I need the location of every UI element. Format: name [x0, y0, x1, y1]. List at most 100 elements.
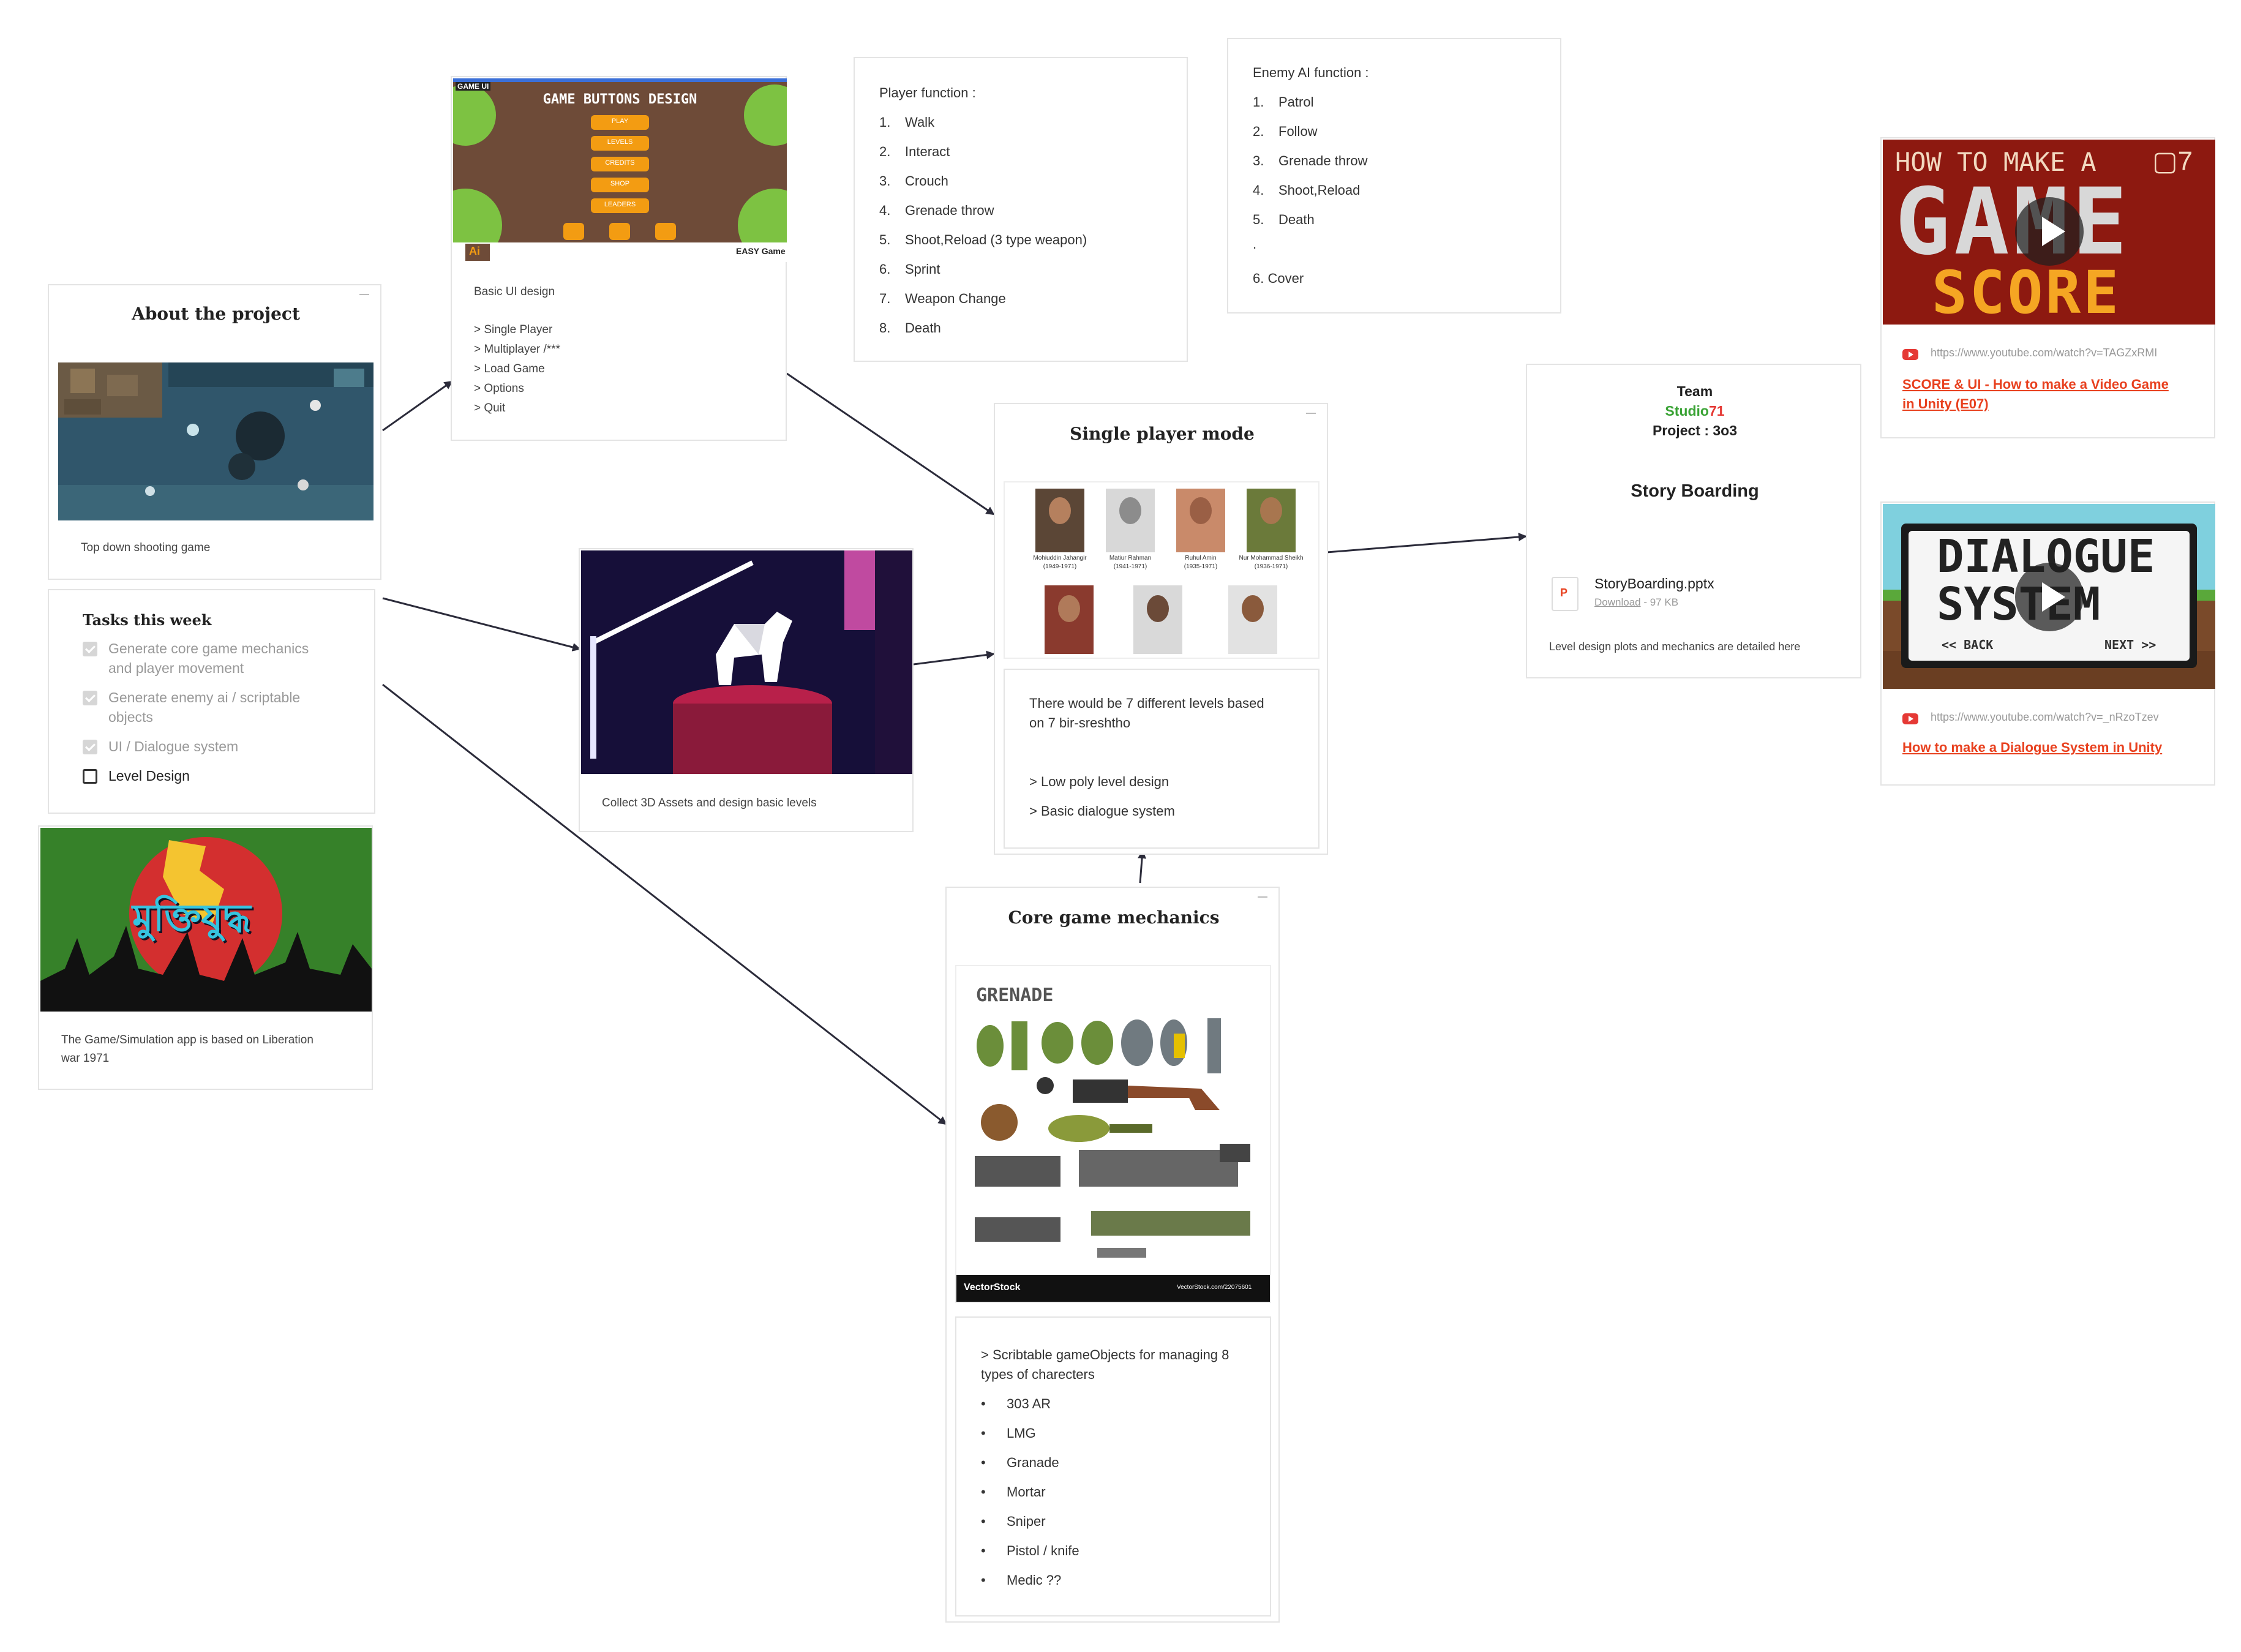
- studio-name-number: 71: [1708, 403, 1725, 419]
- single-player-bullet-2: > Basic dialogue system: [1029, 803, 1175, 819]
- task-checkbox-2[interactable]: [83, 691, 97, 705]
- video1-title-line1[interactable]: SCORE & UI - How to make a Video Game: [1902, 375, 2169, 394]
- video2-title[interactable]: How to make a Dialogue System in Unity: [1902, 738, 2162, 757]
- player-function-item-8: 8. Death: [879, 320, 941, 336]
- ui-item-1: > Single Player: [474, 323, 553, 336]
- player-function-item-6: 6. Sprint: [879, 261, 940, 277]
- collapse-icon[interactable]: [1306, 413, 1316, 414]
- tasks-title: Tasks this week: [83, 611, 212, 629]
- enemy-ai-item-5: 5. Death: [1253, 212, 1315, 227]
- game-button-levels: LEVELS: [607, 138, 633, 146]
- game-button-play: PLAY: [611, 118, 629, 125]
- enemy-ai-extra: 6. Cover: [1253, 271, 1304, 286]
- storyboard-title: Story Boarding: [1631, 481, 1759, 501]
- play-button-icon[interactable]: [2015, 197, 2084, 266]
- task-checkbox-3[interactable]: [83, 740, 97, 754]
- play-button-icon[interactable]: [2015, 563, 2084, 631]
- portrait-2-name: Matiur Rahman: [1109, 555, 1152, 561]
- about-title: About the project: [132, 304, 300, 324]
- liberation-caption-line1: The Game/Simulation app is based on Libe…: [61, 1034, 313, 1046]
- game-score-thumbnail[interactable]: HOW TO MAKE A ▢7 GAME SCORE: [1883, 140, 2215, 325]
- player-function-item-4: 4. Grenade throw: [879, 203, 994, 218]
- portrait-2-years: (1941-1971): [1113, 563, 1147, 570]
- ui-item-5: > Quit: [474, 402, 506, 415]
- core-item-6: • Pistol / knife: [981, 1543, 1079, 1558]
- arrow-assets-to-single: [913, 650, 995, 666]
- core-title: Core game mechanics: [1008, 907, 1220, 928]
- portrait-5: [1045, 585, 1094, 654]
- download-link[interactable]: Download: [1594, 596, 1641, 608]
- project-label: Project : 3o3: [1652, 422, 1738, 438]
- file-name[interactable]: StoryBoarding.pptx: [1594, 576, 1714, 592]
- liberation-card[interactable]: মুক্তিযুদ্ধ The Game/Simulation app is b…: [38, 825, 373, 1090]
- ui-item-2: > Multiplayer /***: [474, 343, 560, 356]
- low-poly-dog-art: [581, 550, 912, 774]
- arrow-about-to-ui: [382, 380, 453, 432]
- core-desc: > Scribtable gameObjects for managing 8 …: [955, 1316, 1271, 1616]
- player-function-item-7: 7. Weapon Change: [879, 291, 1006, 306]
- about-project-card[interactable]: About the project Top down shooting game: [48, 284, 381, 580]
- arrow-tasks-to-assets: [382, 597, 581, 651]
- thumb-score: SCORE: [1932, 258, 2121, 325]
- weapons-art: [956, 966, 1270, 1302]
- video-card-dialogue[interactable]: DIALOGUE SYSTEM << BACK NEXT >> https://…: [1880, 501, 2215, 786]
- single-player-desc-line1: There would be 7 different levels based: [1029, 696, 1264, 711]
- enemy-ai-item-3: 3. Grenade throw: [1253, 153, 1368, 168]
- portrait-4-years: (1936-1971): [1254, 563, 1288, 570]
- core-desc-line1: > Scribtable gameObjects for managing 8: [981, 1347, 1229, 1362]
- pptx-file-icon-letter: P: [1560, 587, 1568, 599]
- ui-design-card[interactable]: GAME UI GAME BUTTONS DESIGN PLAY LEVELS …: [451, 76, 787, 441]
- collapse-icon[interactable]: [1258, 896, 1267, 898]
- studio-name-text: Studio: [1665, 403, 1709, 419]
- task-1-line1: Generate core game mechanics: [108, 640, 309, 656]
- bir-sreshtho-portraits: Mohiuddin Jahangir (1949-1971) Matiur Ra…: [1004, 481, 1319, 659]
- single-player-desc-line2: on 7 bir-sreshtho: [1029, 715, 1131, 730]
- portrait-4: [1247, 489, 1296, 552]
- core-item-4: • Mortar: [981, 1484, 1046, 1500]
- portrait-1-years: (1949-1971): [1043, 563, 1077, 570]
- ui-item-4: > Options: [474, 382, 524, 395]
- ui-design-caption: Basic UI design: [474, 285, 555, 298]
- core-item-3: • Granade: [981, 1455, 1059, 1470]
- low-poly-dog-image: [581, 550, 912, 774]
- vectorstock-label: VectorStock: [964, 1282, 1021, 1293]
- video1-title-line2[interactable]: in Unity (E07): [1902, 394, 1989, 414]
- liberation-banner-text: মুক্তিযুদ্ধ: [132, 897, 251, 939]
- task-checkbox-4[interactable]: [83, 769, 97, 784]
- game-button-shop: SHOP: [610, 180, 630, 187]
- player-function-card[interactable]: Player function : 1. Walk 2. Interact 3. Cr…: [854, 57, 1188, 362]
- player-function-item-5: 5. Shoot,Reload (3 type weapon): [879, 232, 1087, 247]
- arrow-ui-to-single: [786, 372, 995, 516]
- single-player-card[interactable]: Single player mode Mohiuddin Jahangir (1…: [994, 403, 1328, 855]
- collapse-icon[interactable]: [359, 294, 369, 295]
- portrait-6: [1133, 585, 1182, 654]
- task-3-line1: UI / Dialogue system: [108, 738, 239, 754]
- assets-card[interactable]: Collect 3D Assets and design basic level…: [579, 548, 914, 832]
- enemy-ai-item-1: 1. Patrol: [1253, 94, 1314, 110]
- portrait-3: [1176, 489, 1225, 552]
- pptx-file-icon[interactable]: P: [1552, 577, 1578, 611]
- liberation-caption-line2: war 1971: [61, 1052, 110, 1065]
- enemy-ai-item-4: 4. Shoot,Reload: [1253, 182, 1361, 198]
- grenade-weapons-image: GRENADE VectorStock VectorStock.com/2207…: [955, 965, 1271, 1303]
- video-card-score[interactable]: HOW TO MAKE A ▢7 GAME SCORE https://www.…: [1880, 137, 2215, 438]
- enemy-ai-card[interactable]: Enemy AI function : 1. Patrol 2. Follow 3.…: [1227, 38, 1561, 314]
- video1-url: https://www.youtube.com/watch?v=TAGZxRMI: [1931, 347, 2158, 359]
- tasks-card[interactable]: Tasks this week Generate core game mecha…: [48, 589, 375, 814]
- game-button-credits: CREDITS: [605, 159, 635, 167]
- portrait-1-name: Mohiuddin Jahangir: [1033, 555, 1087, 561]
- arrow-single-to-team: [1319, 532, 1527, 554]
- task-2-line2: objects: [108, 709, 153, 725]
- core-mechanics-card[interactable]: Core game mechanics GRENADE VectorStock …: [945, 887, 1280, 1623]
- single-player-desc: There would be 7 different levels based …: [1004, 669, 1319, 849]
- portrait-3-years: (1935-1971): [1184, 563, 1218, 570]
- task-checkbox-1[interactable]: [83, 642, 97, 656]
- storyboard-note: Level design plots and mechanics are det…: [1549, 640, 1801, 653]
- team-label: Team: [1676, 383, 1713, 399]
- player-function-item-1: 1. Walk: [879, 115, 935, 130]
- dialogue-system-thumbnail[interactable]: DIALOGUE SYSTEM << BACK NEXT >>: [1883, 504, 2215, 689]
- vectorstock-url: VectorStock.com/22075601: [1177, 1284, 1252, 1291]
- team-card[interactable]: Team Studio71 Project : 3o3 Story Boardi…: [1526, 364, 1861, 678]
- thumb-badge: ▢7: [2152, 146, 2193, 176]
- portrait-3-name: Ruhul Amin: [1185, 555, 1217, 561]
